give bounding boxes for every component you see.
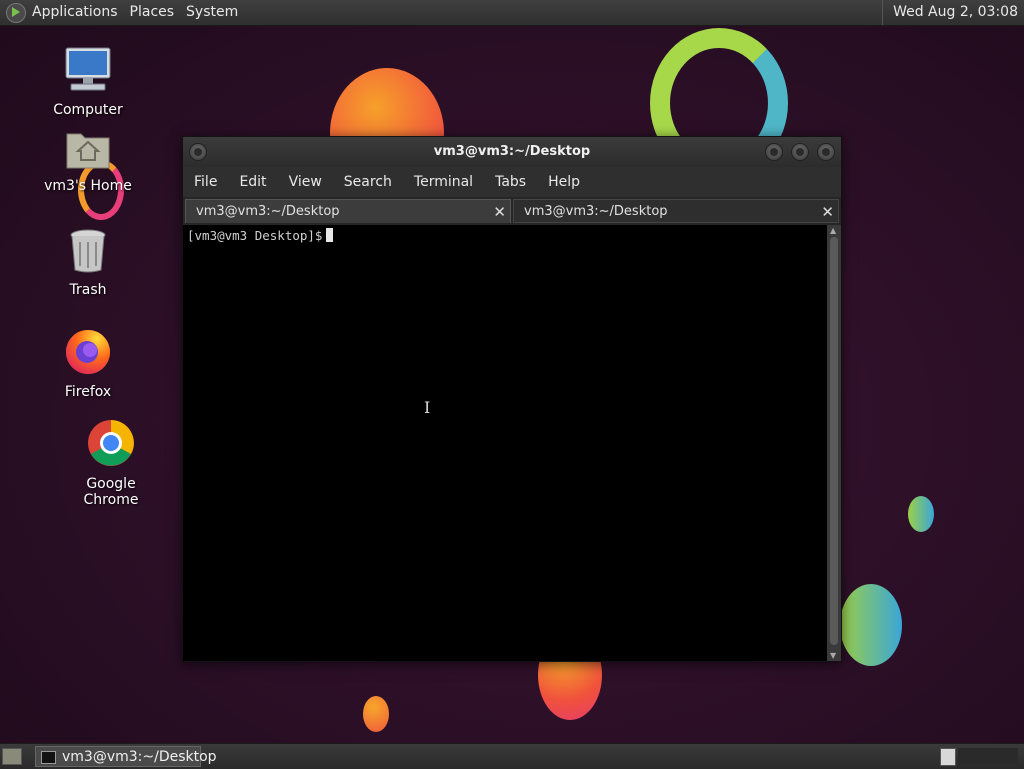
desktop-icon-home[interactable]: vm3's Home bbox=[38, 128, 138, 194]
desktop-icon-label: Trash bbox=[69, 282, 107, 298]
computer-icon bbox=[65, 47, 111, 91]
clock[interactable]: Wed Aug 2, 03:08 bbox=[882, 0, 1018, 25]
desktop-icon-label: Firefox bbox=[64, 384, 112, 400]
minimize-button[interactable] bbox=[765, 143, 783, 161]
taskbar-window-button[interactable]: vm3@vm3:~/Desktop bbox=[35, 746, 217, 767]
tab-label: vm3@vm3:~/Desktop bbox=[196, 204, 340, 219]
trash-icon bbox=[70, 229, 106, 273]
terminal-output[interactable]: [vm3@vm3 Desktop]$ bbox=[183, 225, 827, 661]
tab-1[interactable]: vm3@vm3:~/Desktop ✕ bbox=[185, 199, 511, 223]
applications-menu[interactable]: Applications bbox=[26, 0, 124, 25]
workspace-switcher[interactable] bbox=[940, 748, 956, 766]
desktop-icon-label: Computer bbox=[53, 102, 123, 118]
desktop-icon-label: Google Chrome bbox=[83, 476, 139, 508]
desktop-icon-trash[interactable]: Trash bbox=[38, 228, 138, 298]
scroll-thumb[interactable] bbox=[830, 237, 838, 645]
show-desktop-icon[interactable] bbox=[2, 748, 22, 765]
window-title: vm3@vm3:~/Desktop bbox=[433, 144, 591, 159]
window-menu-button[interactable] bbox=[189, 143, 207, 161]
top-panel: Applications Places System Wed Aug 2, 03… bbox=[0, 0, 1024, 26]
bottom-panel: vm3@vm3:~/Desktop bbox=[0, 743, 1024, 769]
menu-terminal[interactable]: Terminal bbox=[403, 174, 484, 190]
tab-close-icon[interactable]: ✕ bbox=[821, 200, 834, 224]
close-button[interactable] bbox=[817, 143, 835, 161]
terminal-scrollbar[interactable]: ▲ ▼ bbox=[827, 225, 841, 661]
maximize-button[interactable] bbox=[791, 143, 809, 161]
shell-prompt-line: [vm3@vm3 Desktop]$ bbox=[187, 228, 334, 243]
desktop-icon-label: vm3's Home bbox=[44, 178, 132, 194]
tab-label: vm3@vm3:~/Desktop bbox=[524, 204, 668, 219]
scroll-up-arrow-icon[interactable]: ▲ bbox=[830, 226, 836, 235]
distro-logo-icon[interactable] bbox=[6, 2, 26, 23]
terminal-menubar: File Edit View Search Terminal Tabs Help bbox=[183, 167, 841, 197]
menu-file[interactable]: File bbox=[183, 174, 228, 190]
wallpaper-blob bbox=[908, 496, 934, 532]
menu-tabs[interactable]: Tabs bbox=[484, 174, 537, 190]
shell-prompt: [vm3@vm3 Desktop]$ bbox=[187, 228, 323, 243]
menu-view[interactable]: View bbox=[278, 174, 333, 190]
menu-search[interactable]: Search bbox=[333, 174, 403, 190]
system-menu[interactable]: System bbox=[180, 0, 244, 25]
chrome-icon bbox=[88, 420, 134, 466]
taskbar-window-label: vm3@vm3:~/Desktop bbox=[62, 749, 217, 765]
home-folder-icon bbox=[66, 133, 110, 169]
desktop-icon-computer[interactable]: Computer bbox=[38, 46, 138, 118]
menu-edit[interactable]: Edit bbox=[228, 174, 277, 190]
tab-bar: vm3@vm3:~/Desktop ✕ vm3@vm3:~/Desktop ✕ bbox=[183, 197, 841, 225]
mouse-ibeam-cursor-icon: I bbox=[424, 398, 431, 417]
text-cursor bbox=[326, 228, 334, 242]
workspace-2[interactable] bbox=[958, 748, 1018, 764]
terminal-icon bbox=[41, 751, 56, 764]
places-menu[interactable]: Places bbox=[124, 0, 181, 25]
tab-close-icon[interactable]: ✕ bbox=[493, 200, 506, 224]
desktop-icon-chrome[interactable]: Google Chrome bbox=[60, 418, 162, 508]
window-titlebar[interactable]: vm3@vm3:~/Desktop bbox=[183, 137, 841, 167]
scroll-down-arrow-icon[interactable]: ▼ bbox=[830, 651, 836, 660]
wallpaper-blob bbox=[840, 584, 902, 666]
menu-help[interactable]: Help bbox=[537, 174, 591, 190]
firefox-icon bbox=[66, 330, 110, 374]
desktop-icon-firefox[interactable]: Firefox bbox=[38, 326, 138, 400]
tab-2[interactable]: vm3@vm3:~/Desktop ✕ bbox=[513, 199, 839, 223]
wallpaper-blob bbox=[363, 696, 389, 732]
terminal-window[interactable]: vm3@vm3:~/Desktop File Edit View Search … bbox=[182, 136, 842, 662]
